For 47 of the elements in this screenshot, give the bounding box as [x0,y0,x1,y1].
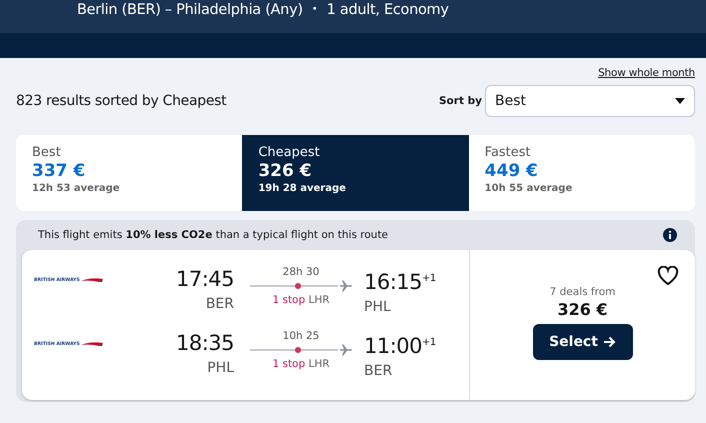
traveller-summary: 1 adult, Economy [326,1,449,20]
route-summary: Berlin (BER) – Philadelphia (Any) [77,1,303,20]
arrow-right-icon [602,336,616,348]
arrival-airport: BER [364,363,394,379]
plane-icon [340,280,352,292]
tab-label: Fastest [484,145,532,160]
eco-message: This flight emits 10% less CO2e than a typical flight on this route [38,229,388,241]
departure-time: 18:35 [176,330,234,356]
tab-label: Best [32,145,62,160]
sort-label: Sort by [439,95,482,107]
swoosh-icon [80,342,103,347]
stop-count: 1 stop [272,358,306,370]
results-summary: 823 results sorted by Cheapest [16,93,228,109]
tab-price: 449 € [484,161,539,181]
sort-dropdown[interactable]: Best [485,85,695,117]
separator-dot: • [312,3,318,17]
sort-tab[interactable]: Cheapest 326 € 19h 28 average [242,135,469,211]
route-line-icon [250,282,338,290]
deals-count: 7 deals from [550,286,616,298]
stop-count: 1 stop [272,294,306,306]
tab-price: 337 € [32,161,86,181]
route-line-icon [250,346,338,354]
plane-icon [340,344,352,356]
caret-icon [675,98,685,104]
departure-time: 17:45 [176,266,234,292]
info-icon[interactable] [663,228,677,242]
sort-tab[interactable]: Fastest 449 € 10h 55 average [468,135,695,211]
flight-duration: 10h 25 [282,330,320,342]
flight-price: 326 € [557,300,608,319]
tab-average: 12h 53 average [32,183,121,194]
departure-airport: PHL [207,360,234,376]
arrival-time: 16:15$^{+1}$ [364,269,437,295]
tab-price: 326 € [258,161,313,181]
flight-duration: 28h 30 [282,266,320,278]
swoosh-icon [80,278,103,283]
arrival-airport: PHL [364,299,392,315]
tab-label: Cheapest [258,145,321,160]
show-whole-month-link[interactable]: Show whole month [598,67,695,83]
tab-average: 19h 28 average [258,183,347,194]
arrival-time: 11:00$^{+1}$ [364,333,437,359]
stopover-airport: LHR [308,358,330,370]
departure-airport: BER [206,296,234,312]
tab-average: 10h 55 average [484,183,574,194]
heart-icon[interactable] [657,266,679,286]
select-button[interactable]: Select [532,324,632,360]
sort-tab[interactable]: Best 337 € 12h 53 average [16,135,242,211]
stopover-airport: LHR [308,294,330,306]
